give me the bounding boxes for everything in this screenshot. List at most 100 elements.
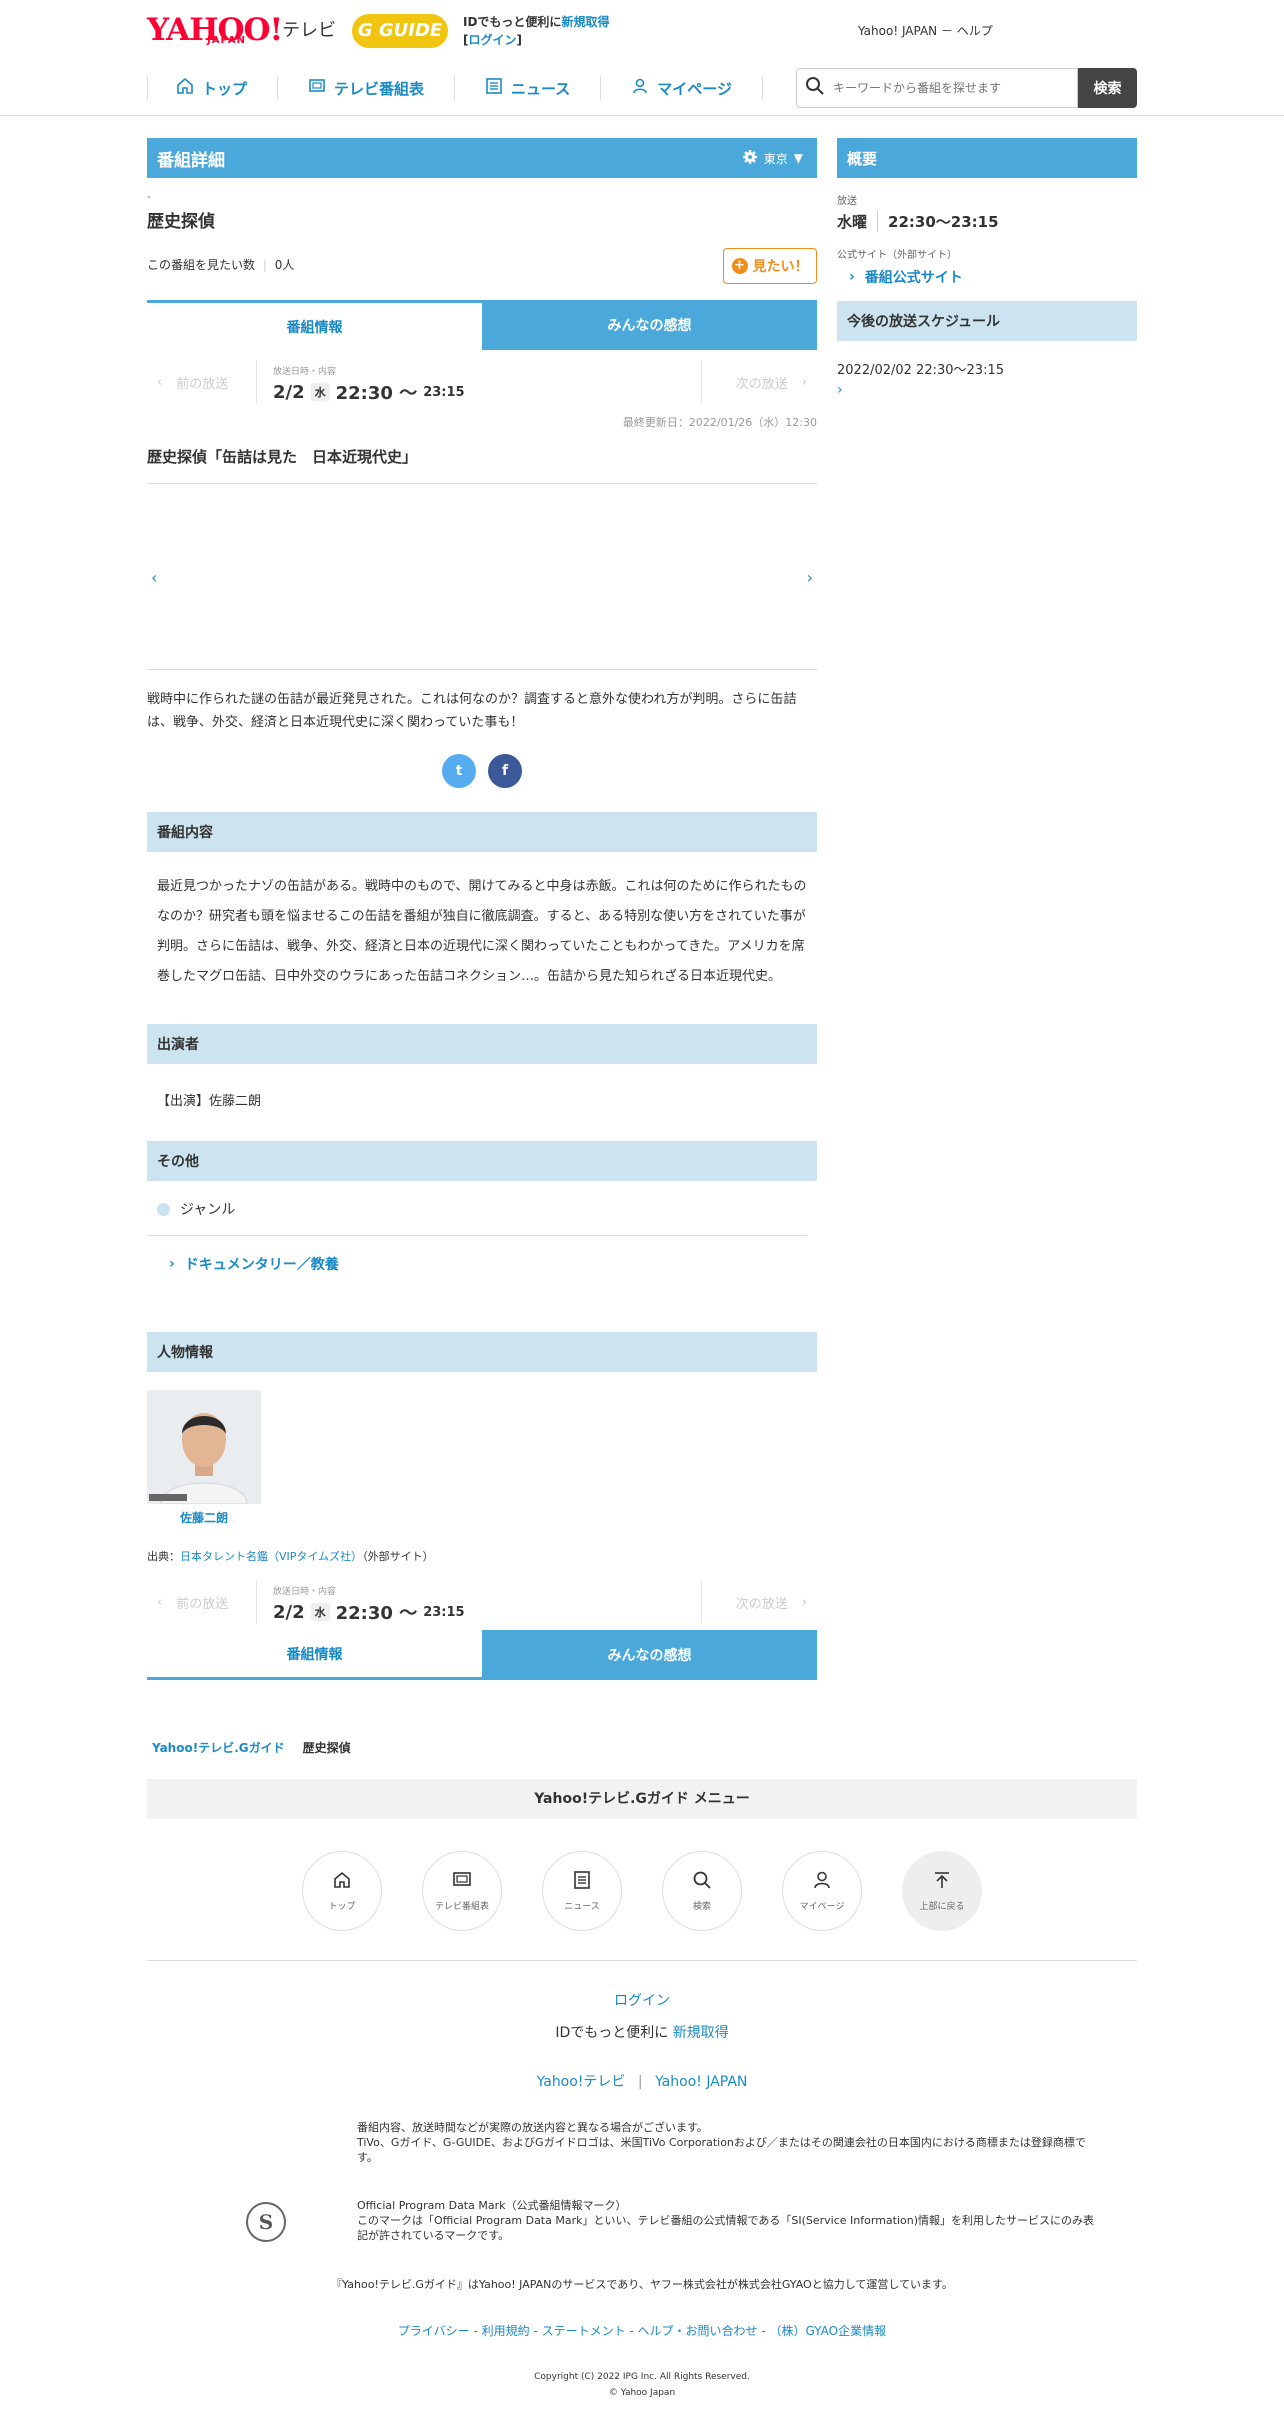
arrow-up-icon — [932, 1870, 952, 1893]
broadcast-label: 放送 — [837, 196, 857, 207]
tab-program-info-bottom[interactable]: 番組情報 — [147, 1630, 482, 1680]
official-site-label: 公式サイト（外部サイト） — [837, 250, 957, 261]
chevron-left-icon: ‹ — [157, 1594, 163, 1610]
broadcast-date: 放送日時・内容 2/2 水 22:30 〜 23:15 — [273, 367, 465, 404]
cast-text: 【出演】佐藤二朗 — [157, 1094, 262, 1109]
copyright-yahoo: © Yahoo Japan — [608, 2388, 676, 2398]
tv-logo-text[interactable]: テレビ — [282, 16, 336, 42]
tab-program-info[interactable]: 番組情報 — [147, 300, 482, 350]
source-credit: 出典：日本タレント名鑑（VIPタイムズ社）（外部サイト） — [147, 1550, 434, 1563]
footer-opdm-note: Official Program Data Mark（公式番組情報マーク） この… — [357, 2199, 1095, 2242]
footer-menu-top[interactable]: トップ — [302, 1851, 382, 1931]
episode-summary: 戦時中に作られた謎の缶詰が最近発見された。これは何なのか？調査すると意外な使われ… — [147, 692, 797, 730]
login-link[interactable]: ログイン — [468, 33, 516, 47]
footer-menu-news[interactable]: ニュース — [542, 1851, 622, 1931]
want-button[interactable]: + 見たい！ — [723, 248, 817, 284]
nav-news[interactable]: ニュース — [454, 76, 600, 100]
footer-legal-links[interactable]: プライバシー - 利用規約 - ステートメント - ヘルプ・お問い合わせ - （… — [0, 2322, 1284, 2339]
chevron-left-icon: ‹ — [157, 374, 163, 390]
site-header: YAHOO! JAPAN テレビ G GUIDE IDでもっと便利に新規取得 [… — [0, 0, 1284, 116]
footer-operation-note: 『Yahoo!テレビ.Gガイド』はYahoo! JAPANのサービスであり、ヤフ… — [331, 2278, 953, 2291]
search-button[interactable]: 検索 — [1078, 68, 1137, 108]
copyright-ipg: Copyright (C) 2022 IPG Inc. All Rights R… — [534, 2372, 750, 2382]
schedule-more-icon[interactable]: › — [837, 382, 1137, 398]
schedule-date: 2022/02/02 22:30～23:15 — [837, 363, 1004, 378]
twitter-share-icon[interactable]: t — [442, 754, 476, 788]
prev-broadcast-bottom[interactable]: ‹ 前の放送 — [147, 1580, 257, 1624]
episode-nav-bottom: ‹ 前の放送 放送日時・内容 2/2 水 22:30 〜 23:15 次の放送 › — [147, 1580, 817, 1630]
tab-impressions[interactable]: みんなの感想 — [482, 300, 817, 350]
want-row: この番組を見たい数 | 0人 + 見たい！ — [147, 248, 817, 288]
footer-menu-back-to-top[interactable]: 上部に戻る — [902, 1851, 982, 1931]
facebook-share-icon[interactable]: f — [488, 754, 522, 788]
home-icon — [332, 1870, 352, 1893]
gguide-logo[interactable]: G GUIDE — [352, 14, 448, 48]
share-buttons: t f — [147, 754, 817, 788]
footer-divider — [147, 1960, 1137, 1961]
prev-broadcast[interactable]: ‹ 前の放送 — [147, 360, 257, 404]
program-content-text: 最近見つかったナゾの缶詰がある。戦時中のもので、開けてみると中身は赤飯。これは何… — [157, 879, 807, 984]
nav-top[interactable]: トップ — [147, 76, 277, 100]
signup-link[interactable]: 新規取得 — [561, 15, 609, 29]
last-updated: 最終更新日：2022/01/26（水）12:30 — [622, 416, 817, 429]
program-title: 歴史探偵 — [147, 212, 215, 232]
footer-menu-title: Yahoo!テレビ.Gガイド メニュー — [147, 1779, 1137, 1819]
official-site-link[interactable]: › 番組公式サイト — [837, 267, 1137, 287]
talent-directory-link[interactable]: 日本タレント名鑑（VIPタイムズ社） — [180, 1550, 362, 1563]
section-other-header: その他 — [147, 1141, 817, 1181]
plus-icon: + — [731, 258, 748, 274]
tv-icon — [308, 77, 326, 99]
footer-id-row: IDでもっと便利に 新規取得 — [555, 2025, 729, 2041]
nav-tv-schedule[interactable]: テレビ番組表 — [277, 76, 454, 100]
global-nav: トップ テレビ番組表 ニュース マイページ — [147, 66, 763, 110]
main-column: 番組詳細 東京 ▼ - 歴史探偵 この番組を見たい数 | 0人 + 見たい！ 番… — [147, 138, 817, 1680]
footer-menu-search[interactable]: 検索 — [662, 1851, 742, 1931]
search-box — [796, 68, 1078, 108]
chevron-right-icon: › — [849, 269, 855, 285]
person-icon — [631, 77, 649, 99]
tabs-top: 番組情報 みんなの感想 — [147, 300, 817, 350]
area-selector[interactable]: 東京 ▼ — [742, 149, 803, 168]
search-icon — [805, 76, 825, 100]
episode-nav-top: ‹ 前の放送 放送日時・内容 2/2 水 22:30 〜 23:15 次の放送 › — [147, 360, 817, 410]
person-name-link[interactable]: 佐藤二朗 — [147, 1509, 261, 1526]
genre-link[interactable]: › ドキュメンタリー／教養 — [147, 1236, 817, 1274]
footer-signup-link[interactable]: 新規取得 — [673, 2025, 729, 2041]
person-photo[interactable] — [147, 1390, 261, 1504]
footer-link-yahoo-tv[interactable]: Yahoo!テレビ — [537, 2074, 626, 2090]
next-broadcast-bottom[interactable]: 次の放送 › — [701, 1580, 817, 1624]
want-count: この番組を見たい数 | 0人 — [147, 258, 295, 272]
tv-icon — [452, 1870, 472, 1893]
yahoo-japan-logo-text: JAPAN — [207, 35, 246, 46]
next-broadcast[interactable]: 次の放送 › — [701, 360, 817, 404]
schedule-header: 今後の放送スケジュール — [837, 301, 1137, 341]
footer-login-link[interactable]: ログイン — [614, 1993, 670, 2009]
person-icon — [812, 1870, 832, 1893]
side-column: 概要 放送 水曜 22:30～23:15 公式サイト（外部サイト） › 番組公式… — [837, 138, 1137, 398]
footer-menu-mypage[interactable]: マイページ — [782, 1851, 862, 1931]
header-links[interactable]: Yahoo! JAPAN － ヘルプ — [858, 22, 993, 39]
bullet-icon — [157, 1202, 170, 1216]
id-promo: IDでもっと便利に新規取得 [ログイン] — [463, 15, 610, 47]
carousel-prev-icon[interactable]: ‹ — [151, 568, 157, 587]
breadcrumb-home[interactable]: Yahoo!テレビ.Gガイド — [152, 1739, 285, 1756]
footer-link-yahoo-japan[interactable]: Yahoo! JAPAN — [655, 2074, 747, 2090]
triangle-down-icon: ▼ — [793, 151, 803, 165]
detail-header-bar: 番組詳細 東京 ▼ — [147, 138, 817, 178]
footer-service-links: Yahoo!テレビ | Yahoo! JAPAN — [536, 2074, 748, 2090]
footer-login-row: ログイン — [0, 1990, 1284, 2010]
footer-menu-tv-schedule[interactable]: テレビ番組表 — [422, 1851, 502, 1931]
tab-impressions-bottom[interactable]: みんなの感想 — [482, 1630, 817, 1680]
gear-icon — [742, 149, 758, 168]
search-icon — [692, 1870, 712, 1893]
carousel-next-icon[interactable]: › — [807, 568, 813, 587]
home-icon — [176, 77, 194, 99]
nav-mypage[interactable]: マイページ — [600, 76, 763, 100]
news-icon — [572, 1870, 592, 1893]
search-input[interactable] — [833, 81, 1073, 95]
footer-disclaimer: 番組内容、放送時間などが実際の放送内容と異なる場合がございます。 TiVo、Gガ… — [357, 2121, 1086, 2164]
broadcast-time: 水曜 22:30～23:15 — [837, 211, 999, 232]
person-card[interactable]: 佐藤二朗 — [147, 1390, 261, 1526]
footer-menu: トップ テレビ番組表 ニュース 検索 マイページ 上部に戻る — [302, 1851, 982, 1931]
chevron-right-icon: › — [801, 374, 807, 390]
